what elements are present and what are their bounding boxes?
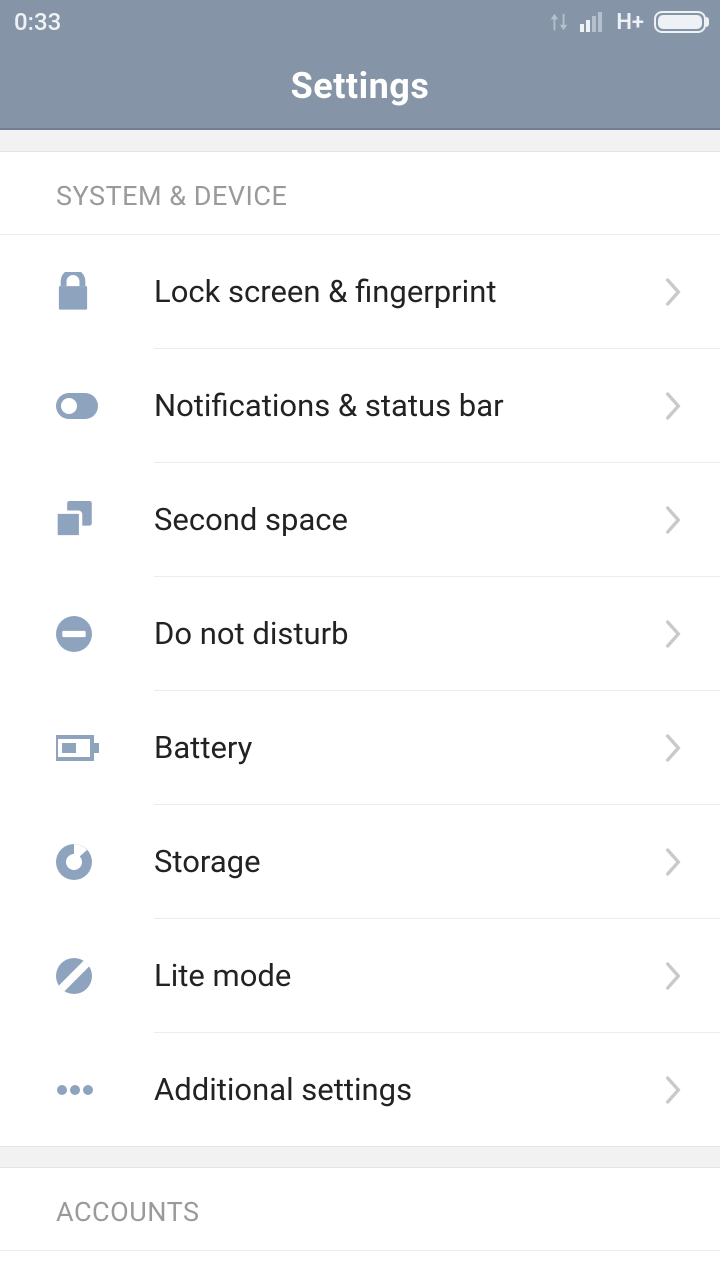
- row-label: Lock screen & fingerprint: [154, 273, 656, 310]
- row-lite-mode[interactable]: Lite mode: [0, 919, 720, 1032]
- row-notifications[interactable]: Notifications & status bar: [0, 349, 720, 462]
- chevron-right-icon: [656, 620, 690, 648]
- section-gap: [0, 130, 720, 152]
- battery-item-icon: [56, 735, 154, 761]
- list-system: Lock screen & fingerprint Notifications …: [0, 235, 720, 1146]
- row-label: Second space: [154, 501, 656, 538]
- row-label: Notifications & status bar: [154, 387, 656, 424]
- section-gap: [0, 1146, 720, 1168]
- row-battery[interactable]: Battery: [0, 691, 720, 804]
- title-row: Settings: [0, 44, 720, 128]
- app-header: 0:33 H+: [0, 0, 720, 130]
- second-space-icon: [56, 501, 154, 539]
- section-header-system: SYSTEM & DEVICE: [0, 152, 720, 235]
- chevron-right-icon: [656, 962, 690, 990]
- row-label: Lite mode: [154, 957, 656, 994]
- row-additional-settings[interactable]: Additional settings: [0, 1033, 720, 1146]
- section-header-accounts: ACCOUNTS: [0, 1168, 720, 1251]
- network-label: H+: [616, 10, 644, 35]
- screen: 0:33 H+: [0, 0, 720, 1280]
- row-mi-account[interactable]: Mi Account: [0, 1251, 720, 1280]
- chevron-right-icon: [656, 734, 690, 762]
- row-lock-screen[interactable]: Lock screen & fingerprint: [0, 235, 720, 348]
- chevron-right-icon: [656, 392, 690, 420]
- status-clock: 0:33: [14, 8, 61, 36]
- battery-fill: [658, 15, 702, 29]
- content[interactable]: SYSTEM & DEVICE Lock screen & fingerprin…: [0, 130, 720, 1280]
- row-label: Do not disturb: [154, 615, 656, 652]
- dnd-icon: [56, 616, 154, 652]
- data-arrows-icon: [548, 11, 570, 33]
- lite-mode-icon: [56, 958, 154, 994]
- chevron-right-icon: [656, 1076, 690, 1104]
- signal-icon: [580, 12, 606, 32]
- page-title: Settings: [291, 65, 430, 107]
- lock-icon: [56, 272, 154, 312]
- status-right: H+: [548, 10, 706, 35]
- more-icon: [56, 1084, 154, 1096]
- battery-icon: [654, 11, 706, 33]
- row-second-space[interactable]: Second space: [0, 463, 720, 576]
- chevron-right-icon: [656, 506, 690, 534]
- row-label: Storage: [154, 843, 656, 880]
- chevron-right-icon: [656, 278, 690, 306]
- chevron-right-icon: [656, 848, 690, 876]
- toggle-icon: [56, 393, 154, 419]
- row-label: Additional settings: [154, 1071, 656, 1108]
- storage-icon: [56, 844, 154, 880]
- status-bar: 0:33 H+: [0, 0, 720, 44]
- row-storage[interactable]: Storage: [0, 805, 720, 918]
- row-label: Battery: [154, 729, 656, 766]
- row-dnd[interactable]: Do not disturb: [0, 577, 720, 690]
- list-accounts: Mi Account: [0, 1251, 720, 1280]
